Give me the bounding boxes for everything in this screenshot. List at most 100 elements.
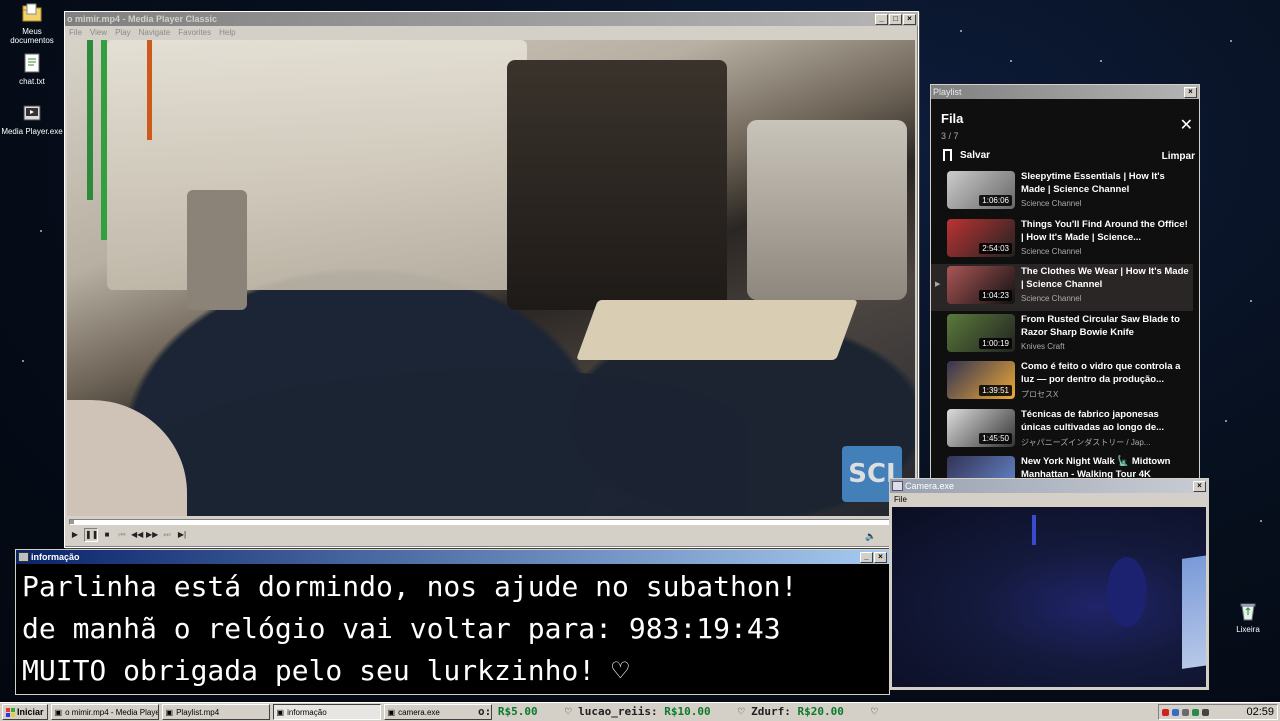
video-thumbnail[interactable] (947, 456, 1015, 479)
close-button[interactable]: × (1193, 480, 1206, 492)
bookmark-icon (943, 149, 952, 161)
desktop-icon-my-documents[interactable]: Meus documentos (1, 2, 63, 45)
frame-back-button[interactable]: ◀◀ (131, 529, 143, 541)
video-area[interactable]: SCI (67, 40, 915, 516)
queue-item[interactable]: 1:00:19 From Rusted Circular Saw Blade to… (931, 312, 1193, 359)
save-button[interactable]: Salvar (943, 149, 990, 161)
video-title[interactable]: Things You'll Find Around the Office! | … (1021, 218, 1191, 244)
tray-app-icon[interactable] (1162, 708, 1169, 716)
task-media-player[interactable]: ▣ o mimir.mp4 - Media Playe... (50, 704, 159, 720)
channel-name[interactable]: ジャパニーズインダストリー / Jap... (1021, 437, 1150, 448)
media-player-titlebar[interactable]: o mimir.mp4 - Media Player Classic _ □ × (65, 12, 918, 26)
video-title[interactable]: Como é feito o vidro que controla a luz … (1021, 360, 1191, 386)
duration-badge: 1:06:06 (979, 195, 1012, 206)
duration-badge: 1:45:50 (979, 432, 1012, 444)
menu-help[interactable]: Help (219, 28, 235, 37)
clock[interactable]: 02:59 (1246, 706, 1274, 718)
desktop-icon-chat-txt[interactable]: chat.txt (1, 52, 63, 86)
playlist-titlebar[interactable]: Playlist × (931, 85, 1199, 99)
desktop-icon-recycle-bin[interactable]: Lixeira (1217, 600, 1279, 634)
window-title: Camera.exe (905, 481, 955, 491)
video-title[interactable]: The Clothes We Wear | How It's Made | Sc… (1021, 265, 1191, 291)
network-icon[interactable] (1172, 708, 1179, 716)
start-button[interactable]: Iniciar (2, 704, 48, 720)
video-title[interactable]: New York Night Walk 🗽 Midtown Manhattan … (1021, 455, 1191, 479)
frame-forward-button[interactable]: ▶▶ (146, 529, 158, 541)
task-playlist[interactable]: ▣ Playlist.mp4 (161, 704, 270, 720)
donor-name: lucao_reiis: (578, 705, 658, 718)
media-player-window[interactable]: o mimir.mp4 - Media Player Classic _ □ ×… (64, 11, 919, 548)
video-thumbnail[interactable]: 2:54:03 (947, 218, 1015, 257)
task-label: informação (287, 707, 327, 717)
info-message: Parlinha está dormindo, nos ajude no sub… (22, 566, 797, 692)
clear-button[interactable]: Limpar (1162, 151, 1195, 162)
queue-item[interactable]: 1:45:50 Técnicas de fabrico japonesas úni… (931, 407, 1193, 454)
frame-step-button[interactable]: ▶| (176, 529, 188, 541)
menu-navigate[interactable]: Navigate (139, 28, 171, 37)
camera-titlebar[interactable]: Camera.exe × (890, 479, 1208, 493)
close-button[interactable]: × (903, 13, 916, 25)
volume-icon[interactable]: 🔈 (865, 531, 876, 542)
volume-icon[interactable] (1202, 708, 1209, 716)
menu-favorites[interactable]: Favorites (178, 28, 211, 37)
desktop-icon-media-player[interactable]: Media Player.exe (1, 102, 63, 136)
tray-app-icon[interactable] (1192, 708, 1199, 716)
queue-item[interactable]: 1:06:06 Sleepytime Essentials | How It's … (931, 169, 1193, 216)
close-icon[interactable]: ✕ (1180, 115, 1193, 135)
pause-button[interactable]: ❚❚ (84, 528, 98, 542)
next-button[interactable]: ⏭ (161, 529, 173, 541)
minimize-button[interactable]: _ (860, 551, 873, 563)
queue-item[interactable]: New York Night Walk 🗽 Midtown Manhattan … (931, 454, 1193, 479)
menu-play[interactable]: Play (115, 28, 131, 37)
channel-name[interactable]: Science Channel (1021, 199, 1081, 208)
camera-window[interactable]: Camera.exe × File (889, 478, 1209, 690)
channel-name[interactable]: Science Channel (1021, 247, 1081, 256)
tray-app-icon[interactable] (1182, 708, 1189, 716)
menu-file[interactable]: File (894, 495, 907, 504)
queue-item[interactable]: 1:39:51 Como é feito o vidro que controla… (931, 359, 1193, 406)
folder-icon (22, 3, 42, 22)
menu-file[interactable]: File (69, 28, 82, 37)
task-informacao[interactable]: ▣ informação (272, 704, 381, 720)
heart-icon: ♡ (871, 705, 878, 718)
video-thumbnail[interactable]: 1:39:51 (947, 361, 1015, 399)
now-playing-icon: ▶ (935, 281, 941, 288)
play-button[interactable]: ▶ (69, 529, 81, 541)
desktop-icon-label: Meus documentos (10, 27, 54, 45)
info-line: MUITO obrigada pelo seu lurkzinho! ♡ (22, 654, 629, 687)
channel-name[interactable]: Knives Craft (1021, 342, 1065, 351)
video-thumbnail[interactable]: 1:00:19 (947, 313, 1015, 352)
previous-button[interactable]: ⏮ (116, 529, 128, 541)
task-camera[interactable]: ▣ camera.exe (383, 704, 492, 720)
duration-badge: 1:04:23 (979, 290, 1012, 301)
maximize-button[interactable]: □ (889, 13, 902, 25)
queue-position: 3 / 7 (941, 131, 959, 141)
playlist-window[interactable]: Playlist × Fila 3 / 7 ✕ Salvar Limpar 1:… (930, 84, 1200, 482)
seek-bar[interactable] (69, 519, 914, 525)
media-player-icon (23, 105, 41, 121)
close-button[interactable]: × (874, 551, 887, 563)
video-thumbnail[interactable]: 1:45:50 (947, 408, 1015, 447)
channel-name[interactable]: Science Channel (1021, 294, 1081, 303)
info-titlebar[interactable]: informação _ × (16, 550, 889, 564)
close-button[interactable]: × (1184, 86, 1197, 98)
video-title[interactable]: Sleepytime Essentials | How It's Made | … (1021, 170, 1191, 196)
donation-ticker: o: R$5.00 ♡ lucao_reiis: R$10.00 ♡ Zdurf… (478, 704, 1158, 720)
menu-view[interactable]: View (90, 28, 107, 37)
info-window[interactable]: informação _ × Parlinha está dormindo, n… (15, 549, 890, 695)
queue-item[interactable]: ▶ 1:04:23 The Clothes We Wear | How It's M… (931, 264, 1193, 311)
heart-icon: ♡ (737, 705, 745, 718)
video-thumbnail[interactable]: 1:04:23 (947, 266, 1015, 304)
window-title: informação (31, 552, 80, 562)
duration-badge: 1:39:51 (979, 385, 1012, 396)
video-title[interactable]: Técnicas de fabrico japonesas únicas cul… (1021, 408, 1191, 434)
queue-item[interactable]: 2:54:03 Things You'll Find Around the Off… (931, 217, 1193, 264)
video-title[interactable]: From Rusted Circular Saw Blade to Razor … (1021, 313, 1191, 339)
windows-logo-icon (6, 707, 15, 717)
camera-icon: ▣ (387, 707, 396, 717)
minimize-button[interactable]: _ (875, 13, 888, 25)
video-thumbnail[interactable]: 1:06:06 (947, 171, 1015, 209)
stop-button[interactable]: ■ (101, 529, 113, 541)
menu-bar: File View Play Navigate Favorites Help (65, 26, 918, 39)
channel-name[interactable]: プロセスX (1021, 389, 1058, 400)
